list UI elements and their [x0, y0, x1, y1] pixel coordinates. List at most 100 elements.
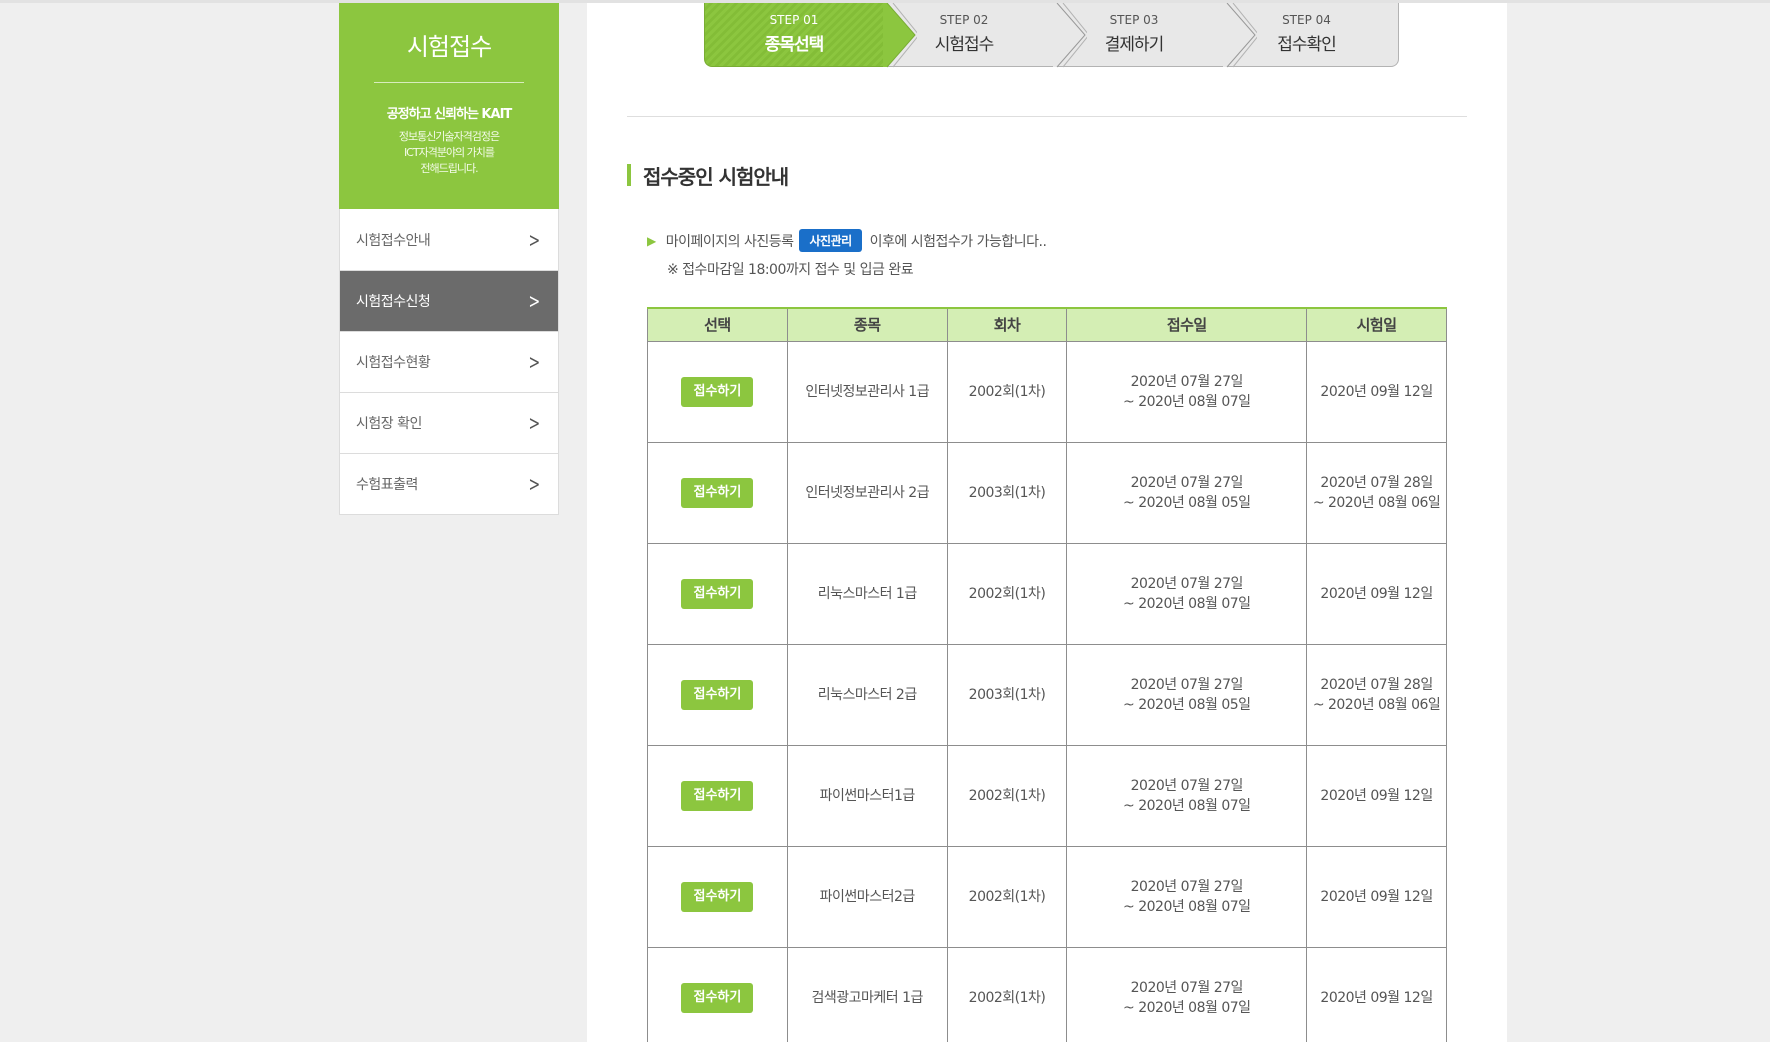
- registration-period-cell: 2020년 07월 27일 ~ 2020년 08월 05일: [1066, 441, 1308, 544]
- photo-manage-button[interactable]: 사진관리: [799, 229, 862, 252]
- round-cell: 2002회(1차): [946, 946, 1068, 1042]
- notice-prefix: 마이페이지의 사진등록: [665, 233, 794, 250]
- sidebar: 시험접수 공정하고 신뢰하는 KAIT 정보통신기술자격검정은 ICT자격분야의…: [339, 3, 559, 515]
- subject-cell: 리눅스마스터 1급: [786, 542, 948, 645]
- exam-date-start: 2020년 09월 12일: [1320, 888, 1433, 905]
- exam-date-end: ~ 2020년 08월 06일: [1312, 494, 1441, 511]
- registration-start: 2020년 07월 27일: [1130, 777, 1244, 794]
- table-row: 접수하기 인터넷정보관리사 1급 2002회(1차) 2020년 07월 27일…: [647, 340, 1447, 443]
- sidebar-desc-line: 정보통신기술자격검정은: [398, 130, 500, 143]
- sidebar-item-label: 시험접수신청: [356, 294, 431, 310]
- round-cell: 2002회(1차): [946, 845, 1068, 948]
- subject-cell: 파이썬마스터2급: [786, 845, 948, 948]
- exam-date-cell: 2020년 09월 12일: [1306, 340, 1447, 443]
- step-arrow-icon: [1223, 3, 1257, 68]
- registration-period-cell: 2020년 07월 27일 ~ 2020년 08월 07일: [1066, 845, 1308, 948]
- chevron-right-icon: >: [528, 227, 540, 252]
- divider: [627, 116, 1467, 117]
- column-header: 선택: [647, 307, 788, 342]
- exam-date-start: 2020년 07월 28일: [1320, 474, 1433, 491]
- sidebar-title: 시험접수: [406, 33, 492, 61]
- registration-start: 2020년 07월 27일: [1130, 979, 1244, 996]
- registration-start: 2020년 07월 27일: [1130, 878, 1244, 895]
- exam-date-cell: 2020년 09월 12일: [1306, 845, 1447, 948]
- sidebar-item-exam-guide[interactable]: 시험접수안내 >: [340, 209, 558, 270]
- table-row: 접수하기 파이썬마스터1급 2002회(1차) 2020년 07월 27일 ~ 2…: [647, 744, 1447, 847]
- sidebar-header: 시험접수 공정하고 신뢰하는 KAIT 정보통신기술자격검정은 ICT자격분야의…: [339, 3, 559, 209]
- apply-button[interactable]: 접수하기: [681, 679, 754, 710]
- apply-button[interactable]: 접수하기: [681, 477, 754, 508]
- sidebar-desc-line: ICT자격분야의 가치를: [403, 146, 495, 159]
- sidebar-item-label: 수험표출력: [356, 477, 418, 493]
- main-content: STEP 04 접수확인 STEP 03 결제하기 STEP 02 시험접수 S…: [587, 3, 1507, 1042]
- sidebar-menu: 시험접수안내 > 시험접수신청 > 시험접수현황 > 시험장 확인 > 수험표출…: [339, 209, 559, 515]
- registration-start: 2020년 07월 27일: [1130, 575, 1244, 592]
- step-arrow-icon: [883, 3, 917, 68]
- sidebar-divider: [374, 82, 524, 83]
- exam-date-start: 2020년 09월 12일: [1320, 585, 1433, 602]
- registration-period-cell: 2020년 07월 27일 ~ 2020년 08월 07일: [1066, 744, 1308, 847]
- column-header: 종목: [786, 307, 948, 342]
- table-header-row: 선택 종목 회차 접수일 시험일: [647, 307, 1447, 342]
- round-cell: 2002회(1차): [946, 340, 1068, 443]
- registration-end: ~ 2020년 08월 07일: [1123, 898, 1251, 915]
- round-cell: 2002회(1차): [946, 744, 1068, 847]
- column-header: 회차: [946, 307, 1068, 342]
- registration-end: ~ 2020년 08월 07일: [1123, 797, 1251, 814]
- table-row: 접수하기 검색광고마케터 1급 2002회(1차) 2020년 07월 27일 ~…: [647, 946, 1447, 1042]
- registration-period-cell: 2020년 07월 27일 ~ 2020년 08월 05일: [1066, 643, 1308, 746]
- registration-end: ~ 2020년 08월 07일: [1123, 393, 1251, 410]
- exam-table: 선택 종목 회차 접수일 시험일 접수하기 인터넷정보관리사 1급 2002회(…: [647, 307, 1447, 1042]
- apply-button[interactable]: 접수하기: [681, 780, 754, 811]
- subject-cell: 리눅스마스터 2급: [786, 643, 948, 746]
- exam-date-cell: 2020년 09월 12일: [1306, 542, 1447, 645]
- apply-button[interactable]: 접수하기: [681, 376, 754, 407]
- registration-start: 2020년 07월 27일: [1130, 373, 1244, 390]
- round-cell: 2003회(1차): [946, 441, 1068, 544]
- registration-end: ~ 2020년 08월 07일: [1123, 999, 1251, 1016]
- exam-date-cell: 2020년 09월 12일: [1306, 946, 1447, 1042]
- deadline-notice: ※ 접수마감일 18:00까지 접수 및 입금 완료: [667, 262, 914, 278]
- sidebar-item-exam-apply[interactable]: 시험접수신청 >: [340, 270, 558, 331]
- registration-end: ~ 2020년 08월 05일: [1123, 494, 1251, 511]
- apply-button[interactable]: 접수하기: [681, 578, 754, 609]
- registration-period-cell: 2020년 07월 27일 ~ 2020년 08월 07일: [1066, 340, 1308, 443]
- exam-date-start: 2020년 09월 12일: [1320, 989, 1433, 1006]
- sidebar-item-exam-status[interactable]: 시험접수현황 >: [340, 331, 558, 392]
- sidebar-item-label: 시험접수현황: [356, 355, 431, 371]
- chevron-right-icon: >: [528, 350, 540, 374]
- column-header: 시험일: [1306, 307, 1447, 342]
- photo-notice: ▶ 마이페이지의 사진등록 사진관리 이후에 시험접수가 가능합니다..: [647, 229, 1047, 252]
- table-row: 접수하기 인터넷정보관리사 2급 2003회(1차) 2020년 07월 27일…: [647, 441, 1447, 544]
- exam-date-cell: 2020년 07월 28일 ~ 2020년 08월 06일: [1306, 643, 1447, 746]
- section-title: 접수중인 시험안내: [627, 161, 789, 190]
- subject-cell: 검색광고마케터 1급: [786, 946, 948, 1042]
- exam-date-start: 2020년 09월 12일: [1320, 787, 1433, 804]
- registration-start: 2020년 07월 27일: [1130, 474, 1244, 491]
- step-1-active: STEP 01 종목선택: [704, 3, 884, 67]
- table-row: 접수하기 리눅스마스터 1급 2002회(1차) 2020년 07월 27일 ~ …: [647, 542, 1447, 645]
- exam-date-end: ~ 2020년 08월 06일: [1312, 696, 1441, 713]
- sidebar-description: 정보통신기술자격검정은 ICT자격분야의 가치를 전해드립니다.: [339, 129, 559, 177]
- subject-cell: 파이썬마스터1급: [786, 744, 948, 847]
- registration-period-cell: 2020년 07월 27일 ~ 2020년 08월 07일: [1066, 542, 1308, 645]
- table-row: 접수하기 파이썬마스터2급 2002회(1차) 2020년 07월 27일 ~ 2…: [647, 845, 1447, 948]
- exam-date-start: 2020년 09월 12일: [1320, 383, 1433, 400]
- sidebar-item-exam-site[interactable]: 시험장 확인 >: [340, 392, 558, 453]
- column-header: 접수일: [1066, 307, 1308, 342]
- exam-date-cell: 2020년 07월 28일 ~ 2020년 08월 06일: [1306, 441, 1447, 544]
- triangle-bullet-icon: ▶: [647, 233, 656, 248]
- registration-end: ~ 2020년 08월 07일: [1123, 595, 1251, 612]
- subject-cell: 인터넷정보관리사 1급: [786, 340, 948, 443]
- chevron-right-icon: >: [528, 472, 540, 496]
- registration-period-cell: 2020년 07월 27일 ~ 2020년 08월 07일: [1066, 946, 1308, 1042]
- step-arrow-icon: [1053, 3, 1087, 68]
- exam-date-start: 2020년 07월 28일: [1320, 676, 1433, 693]
- registration-start: 2020년 07월 27일: [1130, 676, 1244, 693]
- round-cell: 2003회(1차): [946, 643, 1068, 746]
- sidebar-item-admission-ticket[interactable]: 수험표출력 >: [340, 453, 558, 514]
- apply-button[interactable]: 접수하기: [681, 982, 754, 1013]
- sidebar-item-label: 시험접수안내: [356, 232, 431, 249]
- step-number: STEP 01: [769, 13, 819, 27]
- apply-button[interactable]: 접수하기: [681, 881, 754, 912]
